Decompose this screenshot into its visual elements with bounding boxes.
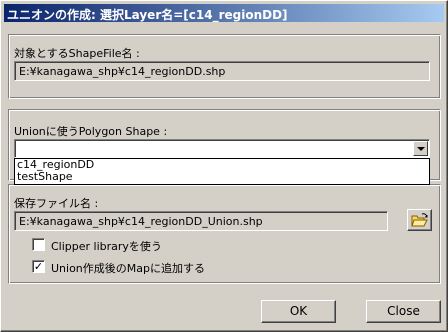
save-file-label: 保存ファイル名 : xyxy=(14,197,99,210)
add-to-map-checkbox[interactable]: ✓ xyxy=(32,260,45,273)
browse-button[interactable] xyxy=(407,209,432,231)
ok-button[interactable]: OK xyxy=(261,300,336,323)
target-shapefile-path: E:¥kanagawa_shp¥c14_regionDD.shp xyxy=(14,61,430,81)
close-button[interactable]: Close xyxy=(366,300,441,323)
add-to-map-label: Union作成後のMapに追加する xyxy=(51,262,205,275)
title-bar[interactable]: ユニオンの作成: 選択Layer名=[c14_regionDD] xyxy=(4,4,444,22)
window-title: ユニオンの作成: 選択Layer名=[c14_regionDD] xyxy=(7,8,288,22)
clipper-library-label: Clipper libraryを使う xyxy=(51,240,162,253)
union-polygon-label: Unionに使うPolygon Shape : xyxy=(14,125,168,138)
union-polygon-dropdown-list: c14_regionDD testShape xyxy=(14,158,430,185)
save-file-path[interactable]: E:¥kanagawa_shp¥c14_regionDD_Union.shp xyxy=(14,211,388,231)
clipper-library-checkbox[interactable] xyxy=(32,238,45,251)
dropdown-option[interactable]: testShape xyxy=(15,171,429,183)
target-shapefile-label: 対象とするShapeFile名 : xyxy=(14,47,140,60)
open-folder-icon xyxy=(411,213,428,227)
chevron-down-icon[interactable] xyxy=(413,141,428,156)
union-polygon-select[interactable] xyxy=(14,139,430,158)
dropdown-option[interactable]: c14_regionDD xyxy=(15,159,429,171)
dialog-window: ユニオンの作成: 選択Layer名=[c14_regionDD] 対象とするSh… xyxy=(0,0,448,332)
